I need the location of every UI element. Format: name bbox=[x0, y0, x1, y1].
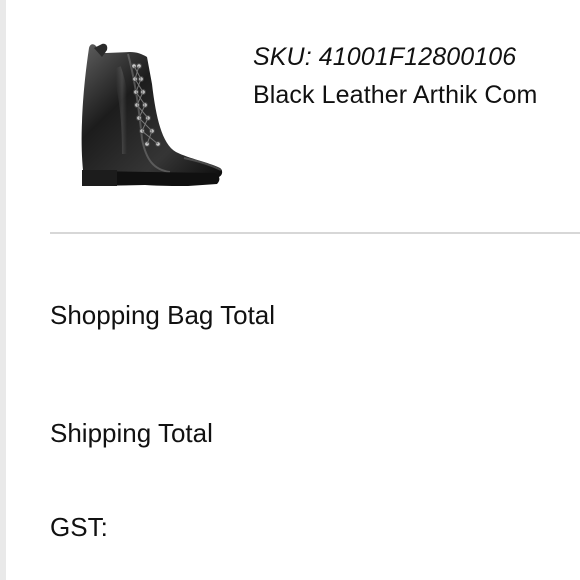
shopping-bag-total-label: Shopping Bag Total bbox=[50, 300, 276, 330]
shipping-total-label: Shipping Total bbox=[50, 418, 213, 448]
gst-label: GST: bbox=[50, 512, 108, 542]
product-sku: SKU: 41001F12800106 bbox=[253, 43, 517, 71]
cart-product-row[interactable]: SKU: 41001F12800106 Black Leather Arthik… bbox=[0, 0, 580, 232]
product-image[interactable] bbox=[72, 36, 232, 190]
product-name[interactable]: Black Leather Arthik Com bbox=[253, 78, 580, 112]
section-divider bbox=[50, 232, 580, 234]
product-info: SKU: 41001F12800106 Black Leather Arthik… bbox=[253, 40, 580, 112]
black-leather-boot-icon bbox=[81, 43, 223, 186]
